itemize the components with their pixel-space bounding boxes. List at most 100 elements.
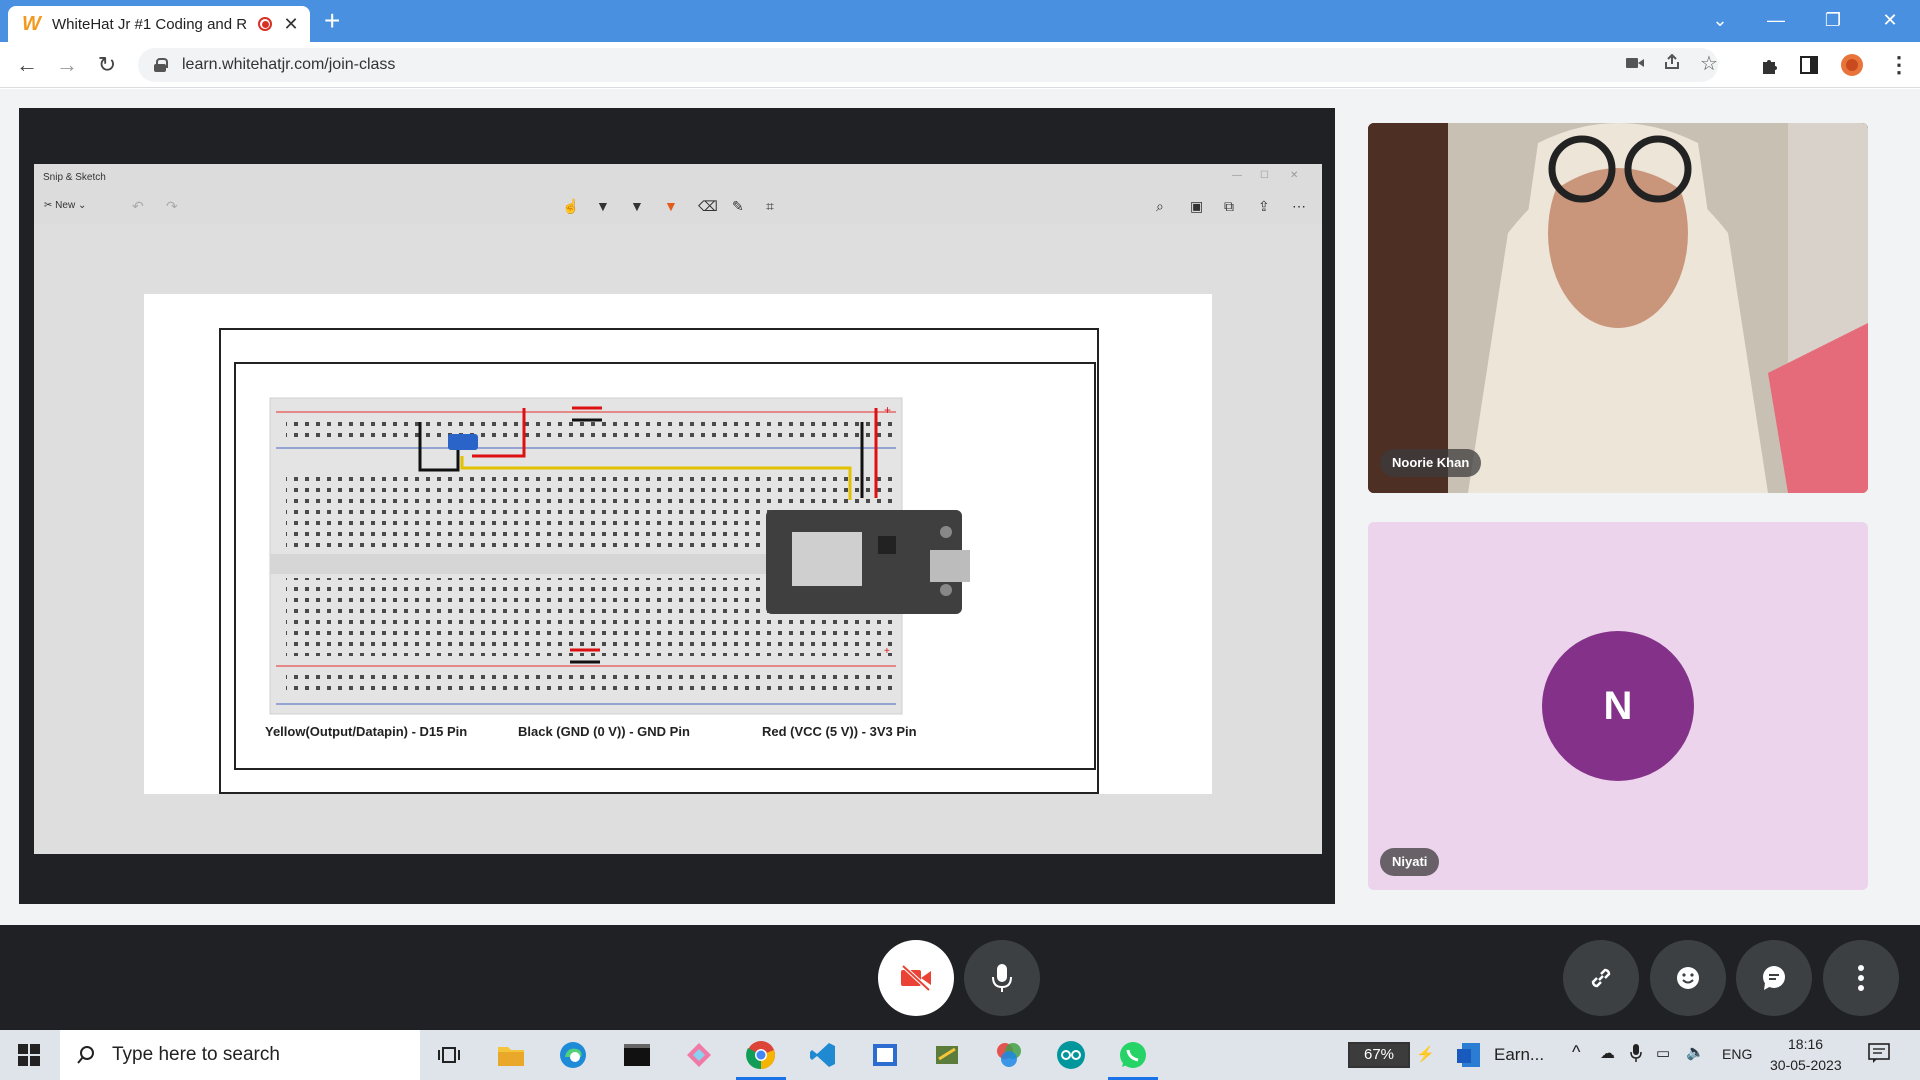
close-window-button[interactable]: ✕ [1870,4,1910,36]
diagram-paper: + + Yellow(Output/Datapin) - D15 Pin Bla… [144,294,1212,794]
participant-avatar-tile[interactable]: N Niyati [1368,522,1868,890]
snip-more-icon: ⋯ [1292,198,1306,214]
new-tab-button[interactable]: + [324,6,340,36]
browser-tab[interactable]: W WhiteHat Jr #1 Coding and R ✕ [8,6,310,42]
snip-restore-icon: ☐ [1260,170,1269,181]
participant-name-chip: Niyati [1380,848,1440,876]
clock-date[interactable]: 30-05-2023 [1770,1057,1842,1073]
more-vertical-icon [1858,965,1864,991]
edge-browser-icon[interactable] [556,1038,590,1072]
show-hidden-icons-button[interactable]: ^ [1572,1042,1580,1063]
ruler-icon: ✎ [732,198,744,214]
tab-title: WhiteHat Jr #1 Coding and R [52,15,248,33]
start-button[interactable] [12,1038,46,1072]
participant-video-feed [1368,123,1868,493]
link-icon [1591,968,1611,988]
url-text: learn.whitehatjr.com/join-class [182,56,396,73]
minimize-button[interactable]: — [1756,4,1796,36]
chrome-menu-icon[interactable]: ⋮ [1888,52,1910,78]
volume-icon[interactable]: 🔈 [1686,1043,1705,1061]
browser-title-bar: W WhiteHat Jr #1 Coding and R ✕ + ⌄ — ❐ … [0,0,1920,42]
restore-button[interactable]: ❐ [1813,4,1853,36]
call-controls-bar [0,925,1920,1030]
screen-share-tile: Snip & Sketch — ☐ ✕ ✂ New ⌄ ↶ ↷ ☝ ▼ ▼ ▼ … [19,108,1335,904]
svg-text:+: + [884,403,891,417]
pencil-tool-icon: ▼ [630,198,644,214]
avatar: N [1542,631,1694,781]
whatsapp-icon[interactable] [1108,1038,1158,1080]
snip-undo-icon: ↶ [132,198,144,214]
arduino-icon[interactable] [1054,1038,1088,1072]
profile-avatar[interactable] [1840,53,1864,82]
battery-tray-icon[interactable]: ▭ [1656,1044,1670,1062]
copy-icon: ⧉ [1224,198,1234,214]
eraser-icon: ⌫ [698,198,718,214]
word-doc-icon[interactable] [1452,1038,1486,1072]
side-panel-icon[interactable] [1800,56,1818,79]
file-explorer-icon[interactable] [494,1038,528,1072]
lock-icon [154,58,168,72]
network-icon[interactable]: ☁ [1600,1044,1615,1062]
snip-window-title: Snip & Sketch [43,172,106,183]
chrome-browser-icon[interactable] [736,1038,786,1080]
breadboard-circuit-diagram: + + [269,397,970,715]
diagram-inner-frame: + + Yellow(Output/Datapin) - D15 Pin Bla… [234,362,1096,770]
bookmark-star-icon[interactable]: ☆ [1700,51,1718,76]
tab-search-icon[interactable]: ⌄ [1700,4,1740,36]
copy-link-button[interactable] [1563,940,1639,1016]
snip-new-button: ✂ New ⌄ [44,200,86,211]
ballpoint-pen-icon: ▼ [596,198,610,214]
browser-toolbar: ← → ↻ learn.whitehatjr.com/join-class ☆ … [0,42,1920,88]
task-view-icon[interactable] [432,1038,466,1072]
address-bar[interactable]: learn.whitehatjr.com/join-class ☆ [138,48,1718,82]
language-indicator[interactable]: ENG [1722,1046,1752,1062]
reload-button[interactable]: ↻ [92,50,122,80]
extensions-icon[interactable] [1760,56,1780,81]
clock-time[interactable]: 18:16 [1788,1036,1823,1052]
back-button[interactable]: ← [12,50,42,80]
pin-label-red: Red (VCC (5 V)) - 3V3 Pin [762,724,917,739]
camera-off-icon [901,964,931,992]
toggle-mic-button[interactable] [964,940,1040,1016]
snip-new-label: New [55,200,76,211]
snip-minimize-icon: — [1232,170,1242,181]
vscode-icon[interactable] [806,1038,840,1072]
reactions-button[interactable] [1650,940,1726,1016]
battery-indicator[interactable]: 67% [1348,1042,1410,1068]
snip-share-icon: ⇪ [1258,198,1270,214]
close-tab-icon[interactable]: ✕ [282,14,300,35]
meeting-stage: Snip & Sketch — ☐ ✕ ✂ New ⌄ ↶ ↷ ☝ ▼ ▼ ▼ … [0,89,1920,925]
diagram-outer-frame: + + Yellow(Output/Datapin) - D15 Pin Bla… [219,328,1099,794]
code-editor-icon[interactable] [930,1038,964,1072]
recording-icon [258,17,272,31]
snip-new-chevron-icon: ⌄ [75,200,87,211]
toggle-camera-button[interactable] [878,940,954,1016]
taskbar-search-box[interactable]: Type here to search [60,1030,420,1080]
pin-label-black: Black (GND (0 V)) - GND Pin [518,724,690,739]
notifications-icon[interactable] [1868,1043,1890,1067]
pinned-app-label[interactable]: Earn... [1494,1045,1544,1065]
participant-name-chip: Noorie Khan [1380,449,1482,477]
share-icon[interactable] [1664,53,1682,75]
battery-percent: 67% [1363,1046,1395,1063]
chat-button[interactable] [1736,940,1812,1016]
color-app-icon[interactable] [992,1038,1026,1072]
participant-video-tile[interactable]: Noorie Khan [1368,123,1868,493]
snip-redo-icon: ↷ [166,198,178,214]
charging-icon: ⚡ [1416,1046,1435,1063]
forward-button[interactable]: → [52,50,82,80]
snip-toolbar: ✂ New ⌄ ↶ ↷ ☝ ▼ ▼ ▼ ⌫ ✎ ⌗ ⌕ ▣ ⧉ ⇪ ⋯ [34,190,1322,224]
snip-sketch-app-icon[interactable] [682,1038,716,1072]
save-icon: ▣ [1190,198,1204,214]
camera-icon[interactable] [1626,54,1644,75]
zoom-icon: ⌕ [1156,198,1164,214]
windows-taskbar: Type here to search 67% ⚡ Earn... ^ ☁ ▭ … [0,1030,1920,1080]
search-icon [77,1046,94,1064]
windows-logo-icon [18,1044,40,1066]
mic-tray-icon[interactable] [1630,1043,1642,1067]
pin-label-yellow: Yellow(Output/Datapin) - D15 Pin [265,724,468,739]
news-app-icon[interactable] [868,1038,902,1072]
touch-writing-icon: ☝ [562,198,580,214]
terminal-icon[interactable] [620,1038,654,1072]
more-options-button[interactable] [1823,940,1899,1016]
